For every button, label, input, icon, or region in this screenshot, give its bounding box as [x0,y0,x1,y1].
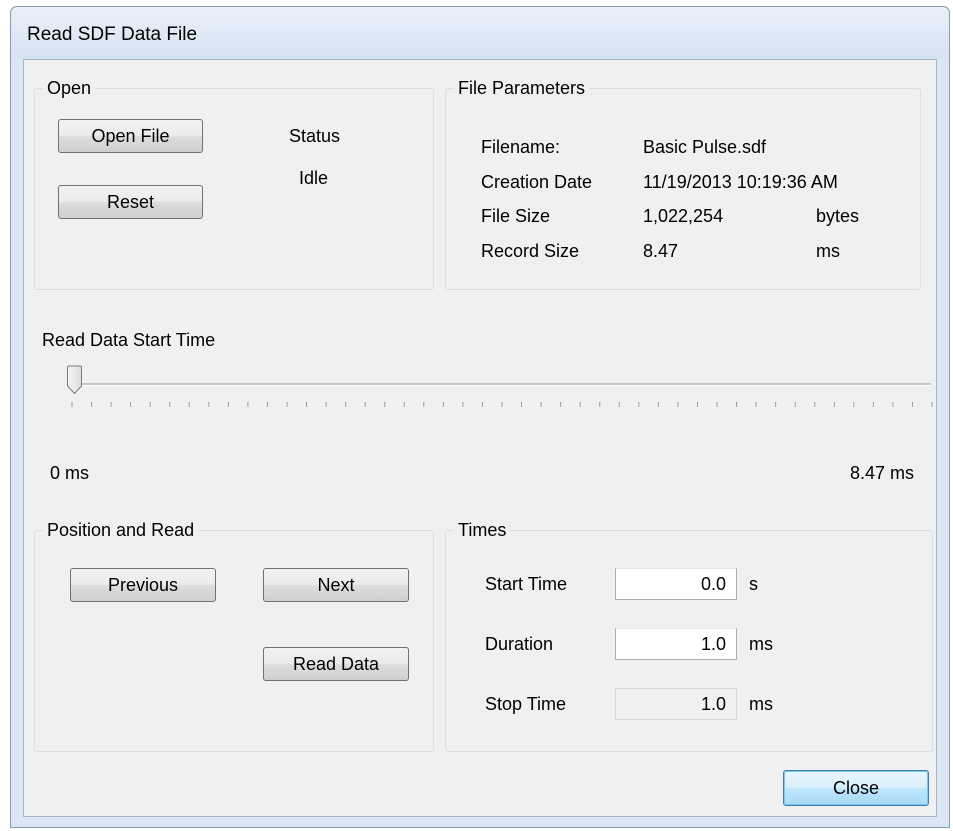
start-time-unit: s [749,574,758,594]
filename-value: Basic Pulse.sdf [643,137,767,157]
slider-track[interactable] [69,383,931,386]
stop-time-unit: ms [749,694,773,714]
times-group-label: Times [454,518,511,542]
open-group: Open Open File Reset Status Idle [34,76,434,290]
dialog-window: Read SDF Data File Open Open File Reset … [10,6,950,828]
record-size-unit: ms [816,241,840,261]
slider-label: Read Data Start Time [42,330,216,350]
record-size-value: 8.47 [643,241,679,261]
creation-date-label: Creation Date [481,172,593,192]
duration-unit: ms [749,634,773,654]
slider-ticks [71,402,933,407]
dialog-client-area: Open Open File Reset Status Idle File Pa… [23,59,937,817]
file-parameters-group: File Parameters Filename: Basic Pulse.sd… [445,76,921,290]
file-size-label: File Size [481,206,551,226]
previous-button[interactable]: Previous [70,568,216,602]
slider-max-label: 8.47 ms [850,463,915,483]
status-label: Status [289,126,341,146]
times-group: Times Start Time 0.0 s Duration 1.0 ms S… [445,518,933,752]
title-bar[interactable]: Read SDF Data File [11,7,949,59]
close-button[interactable]: Close [783,770,929,806]
slider-min-label: 0 ms [50,463,90,483]
start-time-input[interactable]: 0.0 [615,568,737,600]
read-data-button[interactable]: Read Data [263,647,409,681]
open-file-button[interactable]: Open File [58,119,203,153]
position-read-label: Position and Read [43,518,199,542]
file-size-unit: bytes [816,206,860,226]
filename-label: Filename: [481,137,561,157]
next-button[interactable]: Next [263,568,409,602]
position-read-group: Position and Read Previous Next Read Dat… [34,518,434,752]
open-group-label: Open [43,76,96,100]
stop-time-label: Stop Time [485,694,567,714]
duration-label: Duration [485,634,554,654]
creation-date-value: 11/19/2013 10:19:36 AM [643,172,838,192]
duration-input[interactable]: 1.0 [615,628,737,660]
stop-time-field: 1.0 [615,688,737,720]
reset-button[interactable]: Reset [58,185,203,219]
start-time-label: Start Time [485,574,568,594]
status-value: Idle [299,168,329,188]
file-size-value: 1,022,254 [643,206,724,226]
slider-thumb[interactable] [66,365,83,395]
window-title: Read SDF Data File [27,24,198,45]
file-parameters-label: File Parameters [454,76,590,100]
record-size-label: Record Size [481,241,580,261]
